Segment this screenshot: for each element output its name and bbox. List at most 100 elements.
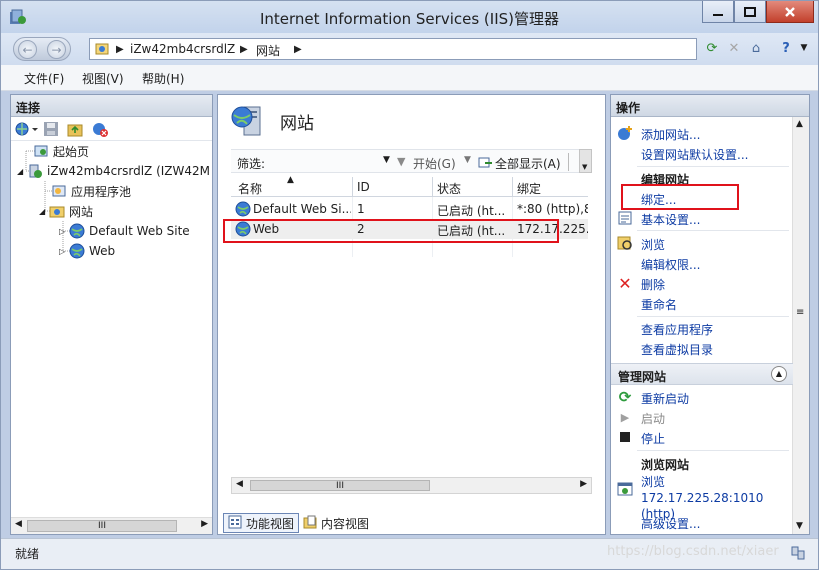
add-site-link[interactable]: 添加网站...: [641, 126, 700, 143]
show-all-icon: [477, 154, 493, 173]
save-icon[interactable]: [43, 121, 59, 140]
browse-site-heading: 浏览网站: [641, 458, 690, 472]
browse-link[interactable]: 浏览: [641, 236, 665, 253]
delete-connection-icon[interactable]: [91, 121, 109, 140]
stop-link[interactable]: 停止: [641, 430, 665, 447]
menu-view[interactable]: 视图(V): [82, 70, 124, 87]
menu-file[interactable]: 文件(F): [24, 70, 64, 87]
edit-permissions-link[interactable]: 编辑权限...: [641, 256, 700, 273]
breadcrumb-sites[interactable]: 网站: [256, 42, 280, 59]
tab-label: 功能视图: [246, 516, 295, 531]
maximize-button[interactable]: [734, 1, 766, 23]
connections-toolbar: [11, 117, 212, 141]
view-tabs: 功能视图 内容视图: [223, 513, 373, 533]
back-button[interactable]: ←: [18, 40, 37, 59]
forward-button[interactable]: →: [47, 40, 66, 59]
manage-site-section: 管理网站 ▲: [611, 363, 793, 385]
basic-settings-link[interactable]: 基本设置...: [641, 211, 700, 228]
scroll-grip-icon[interactable]: ≡: [796, 307, 804, 318]
advanced-settings-link[interactable]: 高级设置...: [641, 515, 700, 532]
column-divider[interactable]: [512, 177, 513, 197]
restart-link[interactable]: 重新启动: [641, 390, 689, 407]
tree-start-page[interactable]: 起始页: [33, 141, 89, 161]
collapse-arrow-icon[interactable]: ◢: [17, 167, 27, 176]
tree-web[interactable]: ▷ Web: [59, 241, 115, 261]
breadcrumb-arrow-icon: ▶: [294, 44, 302, 55]
start-dropdown-icon[interactable]: ▼: [464, 155, 471, 165]
basic-settings-icon: [617, 210, 633, 226]
scroll-left-icon[interactable]: ◀: [15, 519, 22, 529]
start-link[interactable]: 启动: [641, 410, 665, 427]
rename-link[interactable]: 重命名: [641, 296, 677, 313]
expand-arrow-icon[interactable]: ▷: [59, 227, 69, 236]
tree-sites[interactable]: ◢ 网站: [39, 201, 93, 221]
filter-input[interactable]: [271, 152, 391, 171]
up-folder-icon[interactable]: [67, 121, 83, 140]
title-bar: Internet Information Services (IIS)管理器: [1, 1, 818, 33]
scroll-down-icon[interactable]: ▼: [582, 163, 587, 171]
browse-icon: [617, 235, 633, 251]
column-divider[interactable]: [352, 177, 353, 197]
site-id: 1: [357, 202, 365, 216]
scroll-right-icon[interactable]: ▶: [201, 519, 208, 529]
actions-vscrollbar[interactable]: ▲ ≡ ▼: [792, 117, 809, 534]
menu-bar: 文件(F) 视图(V) 帮助(H): [1, 65, 818, 91]
connect-globe-icon[interactable]: [14, 121, 38, 140]
add-site-icon: [617, 125, 633, 141]
view-applications-link[interactable]: 查看应用程序: [641, 321, 713, 338]
sites-folder-icon: [49, 203, 65, 219]
home-icon[interactable]: ⌂: [747, 39, 765, 57]
filter-label: 筛选:: [237, 157, 266, 171]
collapse-section-icon[interactable]: ▲: [771, 366, 787, 382]
help-icon[interactable]: ?: [777, 39, 795, 57]
column-binding[interactable]: 绑定: [517, 180, 541, 197]
tree-server[interactable]: ◢ iZw42mb4crsrdlZ (IZW42M: [17, 161, 210, 181]
scroll-down-icon[interactable]: ▼: [796, 521, 803, 531]
page-title: 网站: [280, 114, 314, 134]
scroll-left-icon[interactable]: ◀: [236, 479, 243, 489]
delete-link[interactable]: 删除: [641, 276, 665, 293]
filter-dropdown-icon[interactable]: ▼: [383, 155, 390, 165]
tab-label: 内容视图: [321, 516, 370, 531]
scroll-right-icon[interactable]: ▶: [580, 479, 587, 489]
filter-bar: 筛选: ▼ ▼ 开始(G) ▼ 全部显示(A): [231, 149, 588, 173]
nav-buttons: ← →: [13, 37, 71, 61]
manage-site-heading: 管理网站: [618, 370, 667, 384]
close-button[interactable]: [766, 1, 814, 23]
breadcrumb-arrow-icon: ▶: [240, 44, 248, 55]
restart-icon: ⟳: [618, 388, 632, 406]
tree-default-web-site[interactable]: ▷ Default Web Site: [59, 221, 190, 241]
sites-hscrollbar[interactable]: ◀ III ▶: [231, 477, 592, 494]
column-divider[interactable]: [432, 177, 433, 197]
column-name[interactable]: 名称: [238, 180, 262, 197]
show-all-button[interactable]: 全部显示(A): [495, 155, 561, 172]
connections-hscrollbar[interactable]: ◀ III ▶: [11, 517, 212, 534]
scroll-thumb[interactable]: III: [250, 480, 430, 491]
expand-arrow-icon[interactable]: ▷: [59, 247, 69, 256]
browse-page-icon: [617, 481, 633, 497]
site-defaults-link[interactable]: 设置网站默认设置...: [641, 146, 748, 163]
site-binding: *:80 (http),80: [517, 202, 588, 216]
tree-label: iZw42mb4crsrdlZ (IZW42M: [47, 164, 211, 178]
table-row[interactable]: Default Web Si... 1 已启动 (ht... *:80 (htt…: [231, 199, 588, 219]
filter-scroll[interactable]: ▼: [579, 149, 592, 173]
refresh-icon[interactable]: ⟳: [703, 39, 721, 57]
help-dropdown-icon[interactable]: ▼: [795, 39, 813, 57]
address-bar[interactable]: ▶ iZw42mb4crsrdlZ ▶ 网站 ▶: [89, 38, 697, 60]
tab-features-view[interactable]: 功能视图: [223, 513, 300, 533]
column-status[interactable]: 状态: [437, 180, 461, 197]
scroll-thumb[interactable]: III: [27, 520, 177, 532]
column-id[interactable]: ID: [357, 180, 370, 194]
highlight-bindings: [621, 184, 739, 210]
breadcrumb-server[interactable]: iZw42mb4crsrdlZ: [130, 42, 235, 56]
tree-app-pools[interactable]: 应用程序池: [51, 181, 131, 201]
stop-icon[interactable]: ✕: [725, 39, 743, 57]
scroll-up-icon[interactable]: ▲: [796, 119, 803, 129]
tab-content-view[interactable]: 内容视图: [299, 513, 373, 533]
collapse-arrow-icon[interactable]: ◢: [39, 207, 49, 216]
minimize-button[interactable]: [702, 1, 734, 23]
server-icon: [27, 163, 43, 179]
start-filter-button[interactable]: 开始(G): [413, 155, 456, 172]
view-virtual-dirs-link[interactable]: 查看虚拟目录: [641, 341, 713, 358]
menu-help[interactable]: 帮助(H): [142, 70, 184, 87]
